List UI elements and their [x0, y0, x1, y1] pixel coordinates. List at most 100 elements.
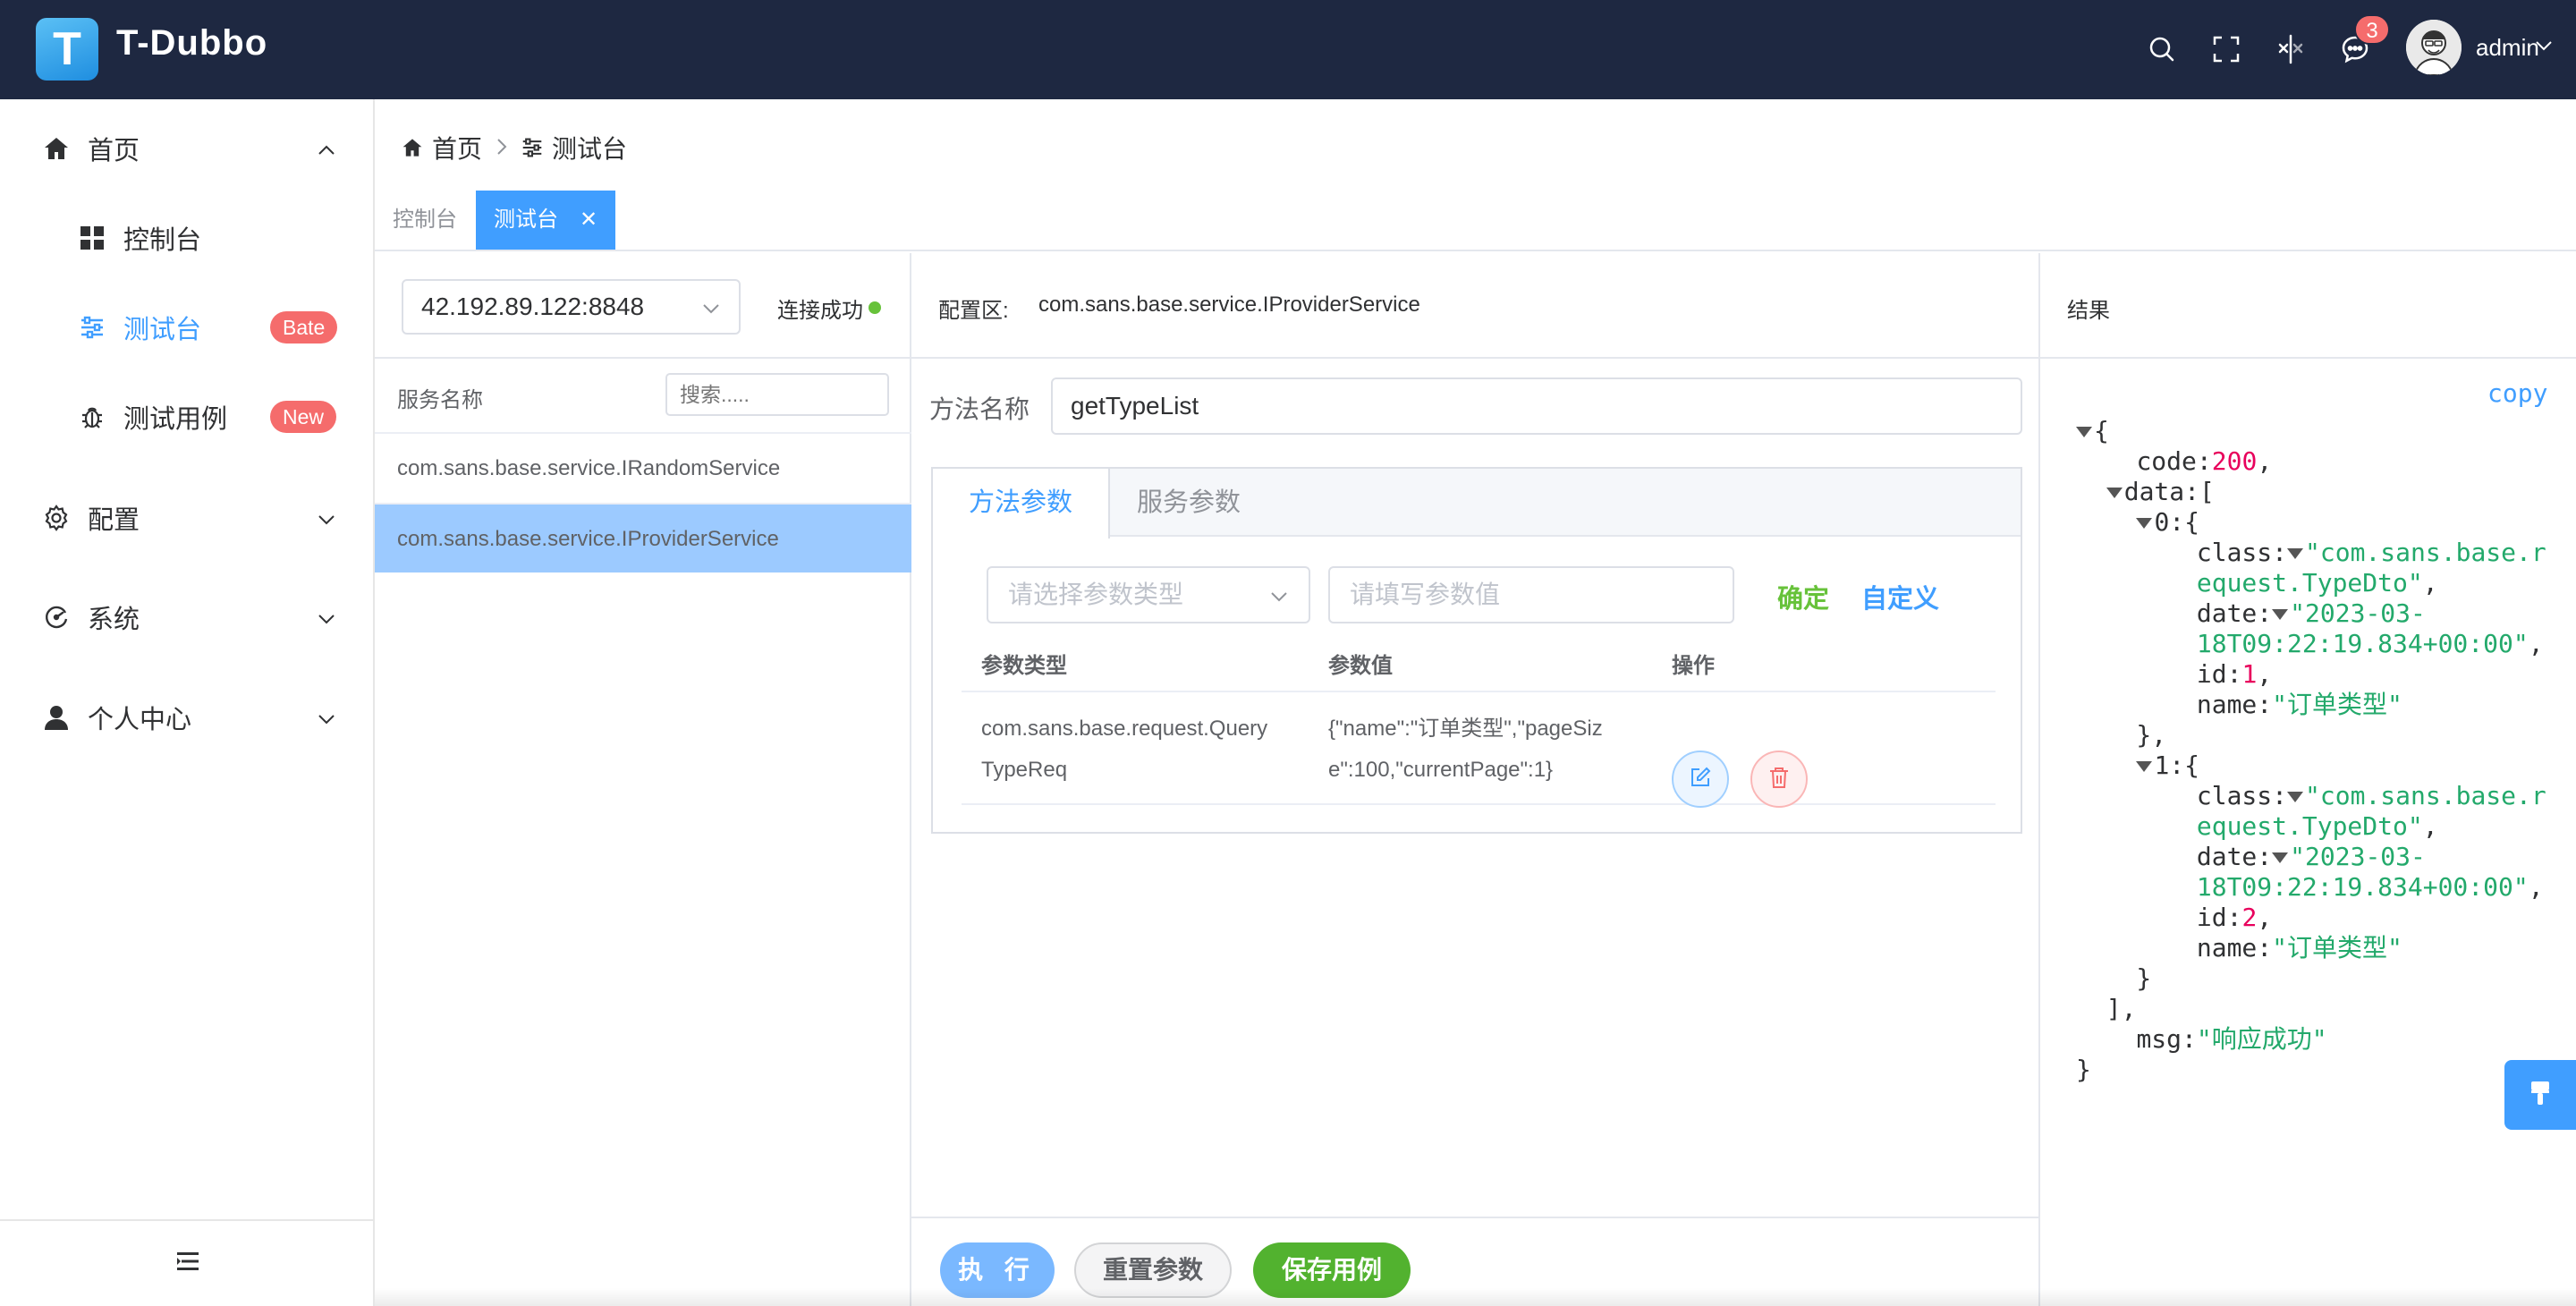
sidebar-item-label: 首页: [88, 137, 140, 165]
collapse-toggle[interactable]: [2136, 761, 2153, 772]
beta-tag: Bate: [270, 311, 338, 343]
service-list-item[interactable]: com.sans.base.service.IRandomService: [375, 432, 911, 502]
tab-testbench[interactable]: 测试台 ✕: [476, 191, 616, 250]
copy-button[interactable]: copy: [2487, 378, 2547, 408]
column-header: 参数类型: [981, 654, 1067, 678]
gear-icon: [41, 503, 72, 533]
params-tabs: 方法参数 服务参数: [933, 469, 2021, 539]
menu-fold-icon: [176, 1251, 199, 1276]
param-value-input[interactable]: 请填写参数值: [1328, 566, 1734, 623]
user-icon: [41, 702, 72, 733]
json-value: 18T09:22:19.834+00:00": [2196, 629, 2529, 658]
new-tag: New: [270, 401, 337, 433]
chevron-down-icon: [1269, 568, 1289, 622]
config-label: 配置区:: [938, 299, 1009, 323]
sidebar-item-label: 测试台: [123, 316, 202, 344]
bug-icon: [77, 402, 107, 432]
json-value: "订单类型": [2272, 690, 2402, 719]
sidebar-item-profile[interactable]: 个人中心: [0, 673, 375, 762]
tab-method-params[interactable]: 方法参数: [933, 469, 1111, 539]
layout-size-icon[interactable]: [2270, 29, 2311, 70]
param-type-placeholder: 请选择参数类型: [1008, 581, 1184, 608]
home-icon: [402, 137, 423, 158]
registry-address: 42.192.89.122:8848: [421, 293, 645, 320]
sidebar-item-system[interactable]: 系统: [0, 572, 375, 662]
tab-label: 控制台: [393, 208, 457, 232]
param-value-line: {"name":"订单类型","pageSiz: [1328, 717, 1603, 741]
chevron-down-icon: [317, 504, 336, 533]
sidebar-item-label: 测试用例: [123, 405, 228, 434]
home-icon: [41, 133, 72, 164]
username-label[interactable]: admin: [2476, 34, 2539, 62]
collapse-toggle[interactable]: [2106, 488, 2123, 498]
param-type-line: TypeReq: [981, 758, 1068, 782]
breadcrumb-home[interactable]: 首页: [432, 130, 482, 165]
chevron-down-icon: [701, 281, 721, 333]
confirm-button[interactable]: 确定: [1777, 578, 1829, 615]
tab-dashboard[interactable]: 控制台: [375, 191, 475, 250]
brush-icon: [2529, 1080, 2552, 1111]
dashboard-icon: [77, 223, 107, 253]
theme-brush-button[interactable]: [2504, 1060, 2576, 1130]
top-navbar: T T-Dubbo 3 admin: [0, 0, 2576, 99]
sidebar-item-test-cases[interactable]: 测试用例 New: [0, 372, 375, 462]
sidebar-item-dashboard[interactable]: 控制台: [0, 193, 375, 283]
method-name-label: 方法名称: [929, 395, 1030, 423]
collapse-toggle[interactable]: [2136, 518, 2153, 529]
app-logo: T: [36, 18, 98, 81]
sidebar-item-label: 系统: [88, 606, 140, 634]
json-value: 1: [2241, 659, 2258, 689]
chevron-right-icon: [496, 133, 507, 162]
sidebar: 首页 控制台 测试台 Bate 测试用例 New 配置 系统 个人中心: [0, 99, 375, 1306]
service-list-header: 服务名称: [397, 388, 483, 412]
trash-icon: [1768, 766, 1790, 793]
collapse-toggle[interactable]: [2272, 609, 2289, 620]
tabs-bar: 控制台 测试台 ✕: [375, 189, 2576, 251]
sidebar-collapse-button[interactable]: [0, 1219, 375, 1306]
status-dot: [869, 301, 881, 314]
param-type-select[interactable]: 请选择参数类型: [987, 566, 1310, 623]
collapse-toggle[interactable]: [2272, 852, 2289, 863]
json-value: "2023-03-: [2290, 598, 2426, 628]
result-panel: 结果 copy { code:200, data:[ 0:{ class: "co…: [2040, 253, 2576, 1306]
sidebar-item-home[interactable]: 首页: [0, 104, 375, 193]
service-search-input[interactable]: [665, 373, 889, 416]
main-content: 首页 测试台 控制台 测试台 ✕ 42.192.89.122:8848 连接成功 …: [375, 99, 2576, 1306]
collapse-toggle[interactable]: [2076, 427, 2092, 437]
sliders-icon: [521, 137, 543, 158]
edit-button[interactable]: [1672, 751, 1729, 808]
method-name-input[interactable]: getTypeList: [1051, 377, 2022, 435]
collapse-toggle[interactable]: [2287, 792, 2304, 802]
json-value: "订单类型": [2272, 933, 2402, 963]
params-card: 方法参数 服务参数 请选择参数类型 请填写参数值 确定 自定义 参数类型 参数值…: [931, 467, 2022, 834]
json-value: "com.sans.base.r: [2305, 538, 2546, 567]
avatar[interactable]: [2406, 20, 2462, 75]
config-panel: 配置区: com.sans.base.service.IProviderServ…: [911, 253, 2040, 1306]
json-value: "com.sans.base.r: [2305, 781, 2546, 810]
json-viewer: { code:200, data:[ 0:{ class: "com.sans.b…: [2076, 416, 2546, 1084]
sidebar-item-label: 控制台: [123, 226, 202, 255]
collapse-toggle[interactable]: [2287, 548, 2304, 559]
sidebar-item-testbench[interactable]: 测试台 Bate: [0, 283, 375, 372]
sliders-icon: [77, 312, 107, 343]
tab-label: 测试台: [494, 208, 558, 232]
column-header: 参数值: [1328, 654, 1393, 678]
breadcrumb: 首页 测试台: [402, 130, 627, 165]
fullscreen-icon[interactable]: [2206, 29, 2247, 70]
chevron-up-icon: [317, 134, 336, 164]
sidebar-item-label: 个人中心: [88, 706, 192, 734]
search-icon[interactable]: [2141, 29, 2182, 70]
registry-select[interactable]: 42.192.89.122:8848: [402, 279, 741, 335]
chevron-down-icon: [317, 603, 336, 632]
custom-button[interactable]: 自定义: [1861, 578, 1939, 615]
param-type-cell: com.sans.base.request.Query TypeReq: [981, 708, 1267, 791]
service-panel: 42.192.89.122:8848 连接成功 服务名称 com.sans.ba…: [375, 253, 911, 1306]
json-value: "响应成功": [2196, 1024, 2327, 1054]
param-type-line: com.sans.base.request.Query: [981, 717, 1268, 741]
sidebar-item-config[interactable]: 配置: [0, 473, 375, 563]
chevron-down-icon[interactable]: [2535, 39, 2553, 56]
service-list-item-selected[interactable]: com.sans.base.service.IProviderService: [375, 503, 911, 572]
close-icon[interactable]: ✕: [580, 208, 597, 232]
delete-button[interactable]: [1750, 751, 1808, 808]
tab-service-params[interactable]: 服务参数: [1101, 469, 1276, 537]
